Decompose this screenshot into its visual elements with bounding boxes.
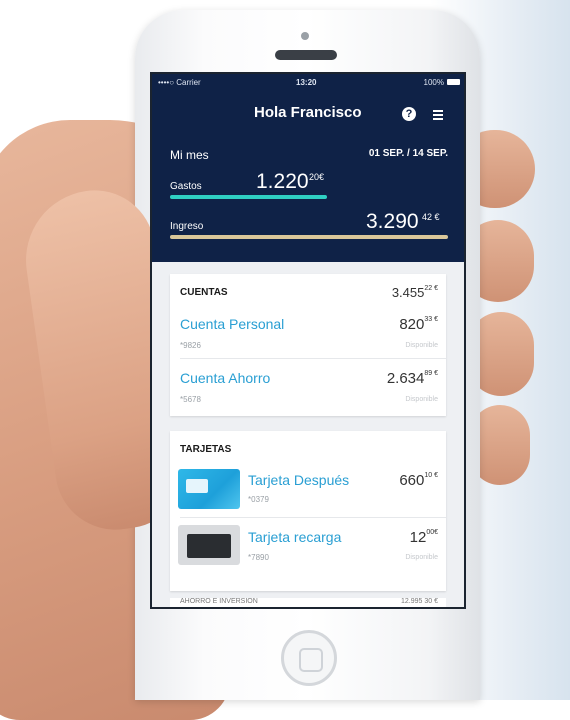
card-thumbnail (178, 525, 240, 565)
camera-dot (301, 32, 309, 40)
ingreso-label: Ingreso (170, 221, 204, 232)
savings-title: AHORRO E INVERSIÓN (180, 598, 258, 605)
gastos-bar (170, 195, 327, 199)
speaker-grille (275, 50, 337, 60)
date-range[interactable]: 01 SEP. / 14 SEP. (369, 148, 448, 159)
card-thumbnail (178, 469, 240, 509)
card-amount: 1200€ (409, 529, 438, 546)
account-amount: 82033 € (399, 316, 438, 333)
gastos-amount: 1.220 (256, 170, 309, 193)
summary-header: ••••○ Carrier 13:20 100% Hola Francisco … (152, 74, 464, 262)
help-icon[interactable]: ? (402, 107, 416, 121)
accounts-card: CUENTAS 3.45522 € Cuenta Personal *9826 … (170, 274, 446, 416)
battery-icon (447, 79, 460, 85)
card-number: *0379 (248, 495, 269, 504)
divider (180, 358, 446, 359)
savings-card-peek[interactable]: AHORRO E INVERSIÓN 12.995 30 € (170, 598, 446, 607)
account-name[interactable]: Cuenta Personal (180, 316, 284, 332)
account-number: *5678 (180, 395, 201, 404)
accounts-title: CUENTAS (180, 287, 228, 298)
card-status: Disponible (405, 554, 438, 561)
account-status: Disponible (405, 342, 438, 349)
gastos-decimals: 20€ (309, 172, 325, 182)
card-name[interactable]: Tarjeta recarga (248, 529, 341, 545)
ingreso-amount: 3.290 (366, 210, 419, 233)
card-amount: 66010 € (399, 472, 438, 489)
savings-total: 12.995 30 € (401, 598, 438, 605)
carrier-label: ••••○ Carrier (158, 78, 201, 87)
home-button[interactable] (281, 630, 337, 686)
greeting-title: Hola Francisco (254, 104, 362, 121)
accounts-total: 3.45522 € (391, 285, 438, 300)
status-bar: ••••○ Carrier 13:20 100% (152, 76, 464, 90)
clock: 13:20 (296, 78, 317, 87)
account-status: Disponible (405, 396, 438, 403)
account-number: *9826 (180, 341, 201, 350)
menu-icon[interactable] (433, 110, 443, 120)
card-number: *7890 (248, 553, 269, 562)
gastos-label: Gastos (170, 181, 202, 192)
account-name[interactable]: Cuenta Ahorro (180, 370, 270, 386)
cards-title: TARJETAS (180, 444, 232, 455)
month-label: Mi mes (170, 148, 209, 162)
ingreso-bar (170, 235, 448, 239)
divider (180, 517, 446, 518)
card-name[interactable]: Tarjeta Después (248, 472, 349, 488)
account-amount: 2.63489 € (386, 370, 438, 387)
cards-card: TARJETAS Tarjeta Después *0379 66010 € T… (170, 431, 446, 591)
battery-label: 100% (423, 78, 444, 87)
ingreso-decimals: 42 € (422, 212, 440, 222)
phone-screen: ••••○ Carrier 13:20 100% Hola Francisco … (150, 72, 466, 609)
